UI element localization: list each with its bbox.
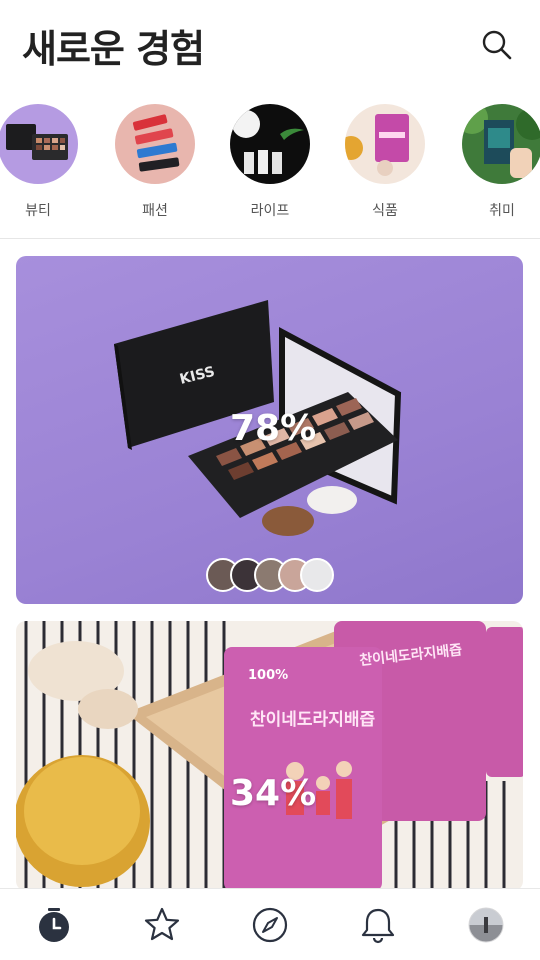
nav-explore[interactable] [250, 905, 290, 945]
nav-favorites[interactable] [142, 905, 182, 945]
clock-icon [39, 908, 69, 942]
pouch-badge-text: 100% [248, 668, 288, 683]
category-label: 식품 [372, 203, 398, 219]
profile-avatar [468, 907, 504, 943]
page-title: 새로운 경험 [22, 27, 205, 71]
bell-icon [361, 908, 395, 944]
divider [0, 238, 540, 239]
progress-percent: 78% [230, 408, 317, 449]
category-fashion[interactable]: 패션 [113, 104, 197, 220]
feed-card-beauty[interactable]: KISS 78% [16, 256, 523, 604]
category-label: 패션 [142, 203, 168, 219]
nav-notifications[interactable] [358, 905, 398, 945]
progress-percent: 34% [230, 773, 317, 814]
nav-profile[interactable] [466, 905, 506, 945]
beauty-palette-thumb [0, 104, 78, 184]
app-header: 새로운 경험 [0, 0, 540, 92]
life-tubes-thumb [230, 104, 310, 184]
bellflower-juice-image: 100% 찬이네도라지배즙 찬이네도라지배즙 [16, 621, 523, 891]
search-button[interactable] [478, 26, 516, 64]
category-label: 취미 [489, 203, 515, 219]
category-label: 라이프 [250, 203, 290, 219]
category-beauty[interactable]: 뷰티 [0, 104, 80, 220]
category-life[interactable]: 라이프 [228, 104, 312, 220]
food-pouch-thumb [345, 104, 425, 184]
participant-avatar [300, 558, 334, 592]
bottom-navigation [0, 888, 540, 960]
hobby-book-thumb [462, 104, 540, 184]
compass-icon [252, 907, 288, 943]
fashion-keychain-thumb [115, 104, 195, 184]
category-strip: 뷰티 패션 라이프 식품 취미 [0, 100, 540, 228]
category-label: 뷰티 [25, 203, 51, 219]
star-icon [144, 907, 180, 941]
pouch-product-text: 찬이네도라지배즙 [250, 710, 375, 730]
category-hobby[interactable]: 취미 [460, 104, 540, 220]
nav-recent[interactable] [34, 905, 74, 945]
search-icon [482, 30, 512, 60]
category-food[interactable]: 식품 [343, 104, 427, 220]
feed-card-food[interactable]: 100% 찬이네도라지배즙 찬이네도라지배즙 34% [16, 621, 523, 891]
